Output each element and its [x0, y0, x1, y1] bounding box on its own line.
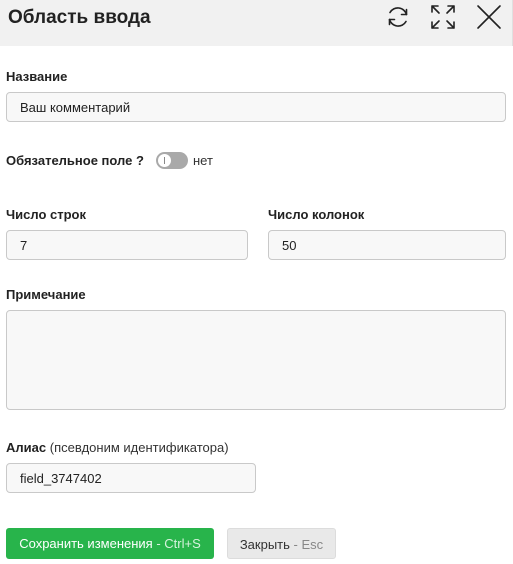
- close-shortcut: - Esc: [293, 537, 324, 552]
- rows-label: Число строк: [6, 207, 86, 222]
- save-button[interactable]: Сохранить изменения - Ctrl+S: [6, 528, 214, 559]
- required-label: Обязательное поле ?: [6, 153, 144, 168]
- alias-label-text: Алиас: [6, 440, 47, 455]
- toggle-knob: [158, 154, 171, 167]
- refresh-icon[interactable]: [384, 3, 412, 31]
- close-button-label: Закрыть: [239, 537, 290, 552]
- alias-hint: (псевдоним идентификатора): [49, 440, 229, 455]
- save-button-label: Сохранить изменения: [19, 536, 153, 551]
- fullscreen-icon[interactable]: [429, 3, 457, 31]
- cols-label: Число колонок: [268, 207, 365, 222]
- dialog-title: Область ввода: [8, 7, 151, 28]
- alias-input[interactable]: [6, 463, 256, 493]
- save-shortcut: - Ctrl+S: [156, 536, 201, 551]
- alias-label: Алиас (псевдоним идентификатора): [6, 440, 229, 455]
- rows-input[interactable]: [6, 230, 248, 260]
- cols-input[interactable]: [268, 230, 506, 260]
- name-input[interactable]: [6, 92, 506, 122]
- note-label: Примечание: [6, 287, 86, 302]
- close-button[interactable]: Закрыть - Esc: [227, 528, 336, 559]
- dialog-header: Область ввода: [0, 0, 513, 46]
- note-textarea[interactable]: [6, 310, 506, 410]
- required-state-text: нет: [193, 153, 213, 168]
- required-toggle[interactable]: [156, 152, 188, 169]
- close-icon[interactable]: [475, 3, 503, 31]
- name-label: Название: [6, 69, 68, 84]
